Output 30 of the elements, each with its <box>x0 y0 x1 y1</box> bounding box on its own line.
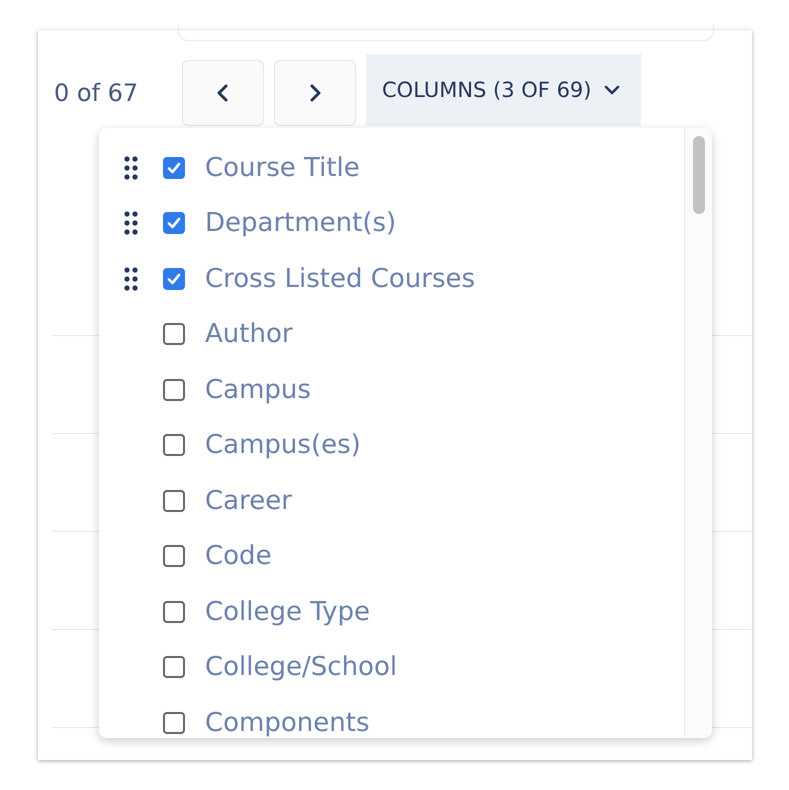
result-count: 0 of 67 <box>54 79 140 107</box>
checkbox[interactable] <box>163 378 185 401</box>
column-option-label[interactable]: Cross Listed Courses <box>205 264 476 294</box>
drag-handle-icon[interactable] <box>123 154 139 181</box>
checkbox[interactable] <box>163 268 185 290</box>
checkbox[interactable] <box>163 490 185 512</box>
column-option-label[interactable]: Course Title <box>205 152 360 183</box>
checkbox[interactable] <box>163 323 185 346</box>
columns-dropdown-button[interactable]: COLUMNS (3 OF 69) <box>366 54 642 126</box>
drag-handle-icon[interactable] <box>123 210 139 236</box>
column-option-label[interactable]: Components <box>205 708 370 738</box>
checkbox[interactable] <box>163 212 185 234</box>
column-option-label[interactable]: College/School <box>205 652 398 682</box>
column-option-label[interactable]: Author <box>205 319 293 350</box>
scrollbar-thumb[interactable] <box>692 136 704 214</box>
column-option-label[interactable]: Campus(es) <box>205 430 361 460</box>
column-option-label[interactable]: College Type <box>205 596 370 627</box>
checkbox[interactable] <box>163 600 185 623</box>
checkbox[interactable] <box>163 156 185 179</box>
checkbox[interactable] <box>163 656 185 678</box>
search-field[interactable] <box>178 24 714 41</box>
checkbox[interactable] <box>163 545 185 568</box>
checkbox[interactable] <box>163 434 185 456</box>
column-option-label[interactable]: Code <box>205 541 272 572</box>
column-option-label[interactable]: Campus <box>205 374 311 405</box>
column-option-label[interactable]: Department(s) <box>205 208 396 238</box>
checkbox[interactable] <box>163 712 185 734</box>
chevron-down-icon <box>603 84 622 96</box>
drag-handle-icon[interactable] <box>123 266 139 292</box>
column-option-label[interactable]: Career <box>205 486 292 516</box>
